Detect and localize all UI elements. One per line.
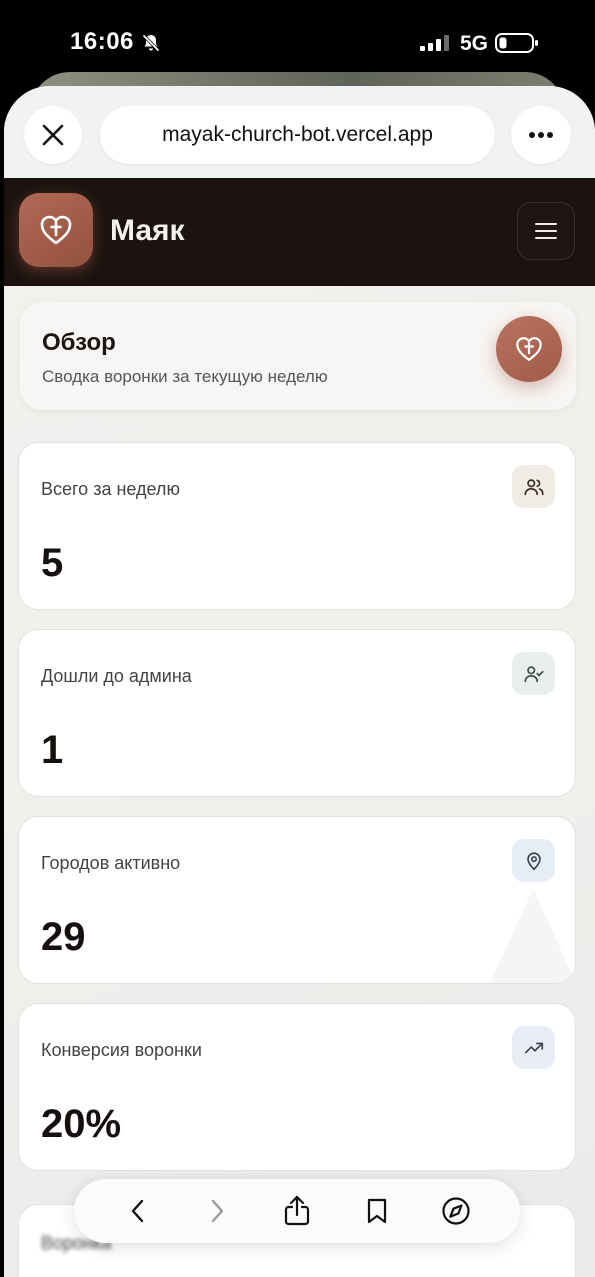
- url-bar[interactable]: mayak-church-bot.vercel.app: [100, 106, 495, 164]
- heart-action-button[interactable]: [496, 316, 562, 382]
- stat-card-active-cities: Городов активно 29: [18, 816, 576, 984]
- menu-button[interactable]: [517, 202, 575, 260]
- map-pin-icon: [526, 851, 541, 870]
- share-button[interactable]: [275, 1189, 319, 1233]
- compass-button[interactable]: [434, 1189, 478, 1233]
- overview-card: Обзор Сводка воронки за текущую неделю: [20, 302, 576, 410]
- stat-label: Всего за неделю: [41, 479, 180, 499]
- heart-cross-icon: [516, 337, 542, 361]
- trending-up-icon: [524, 1042, 543, 1053]
- hamburger-icon: [535, 223, 557, 239]
- network-label: 5G: [460, 32, 489, 55]
- back-button[interactable]: [116, 1189, 160, 1233]
- browser-sheet: mayak-church-bot.vercel.app Маяк Обзор С…: [4, 86, 595, 1277]
- status-bar: 16:06 5G: [0, 0, 595, 80]
- stat-value: 20%: [41, 1102, 122, 1146]
- stat-value: 5: [41, 541, 64, 585]
- app-header: Маяк: [4, 178, 595, 286]
- stat-card-total-week: Всего за неделю 5: [18, 442, 576, 610]
- bookmarks-button[interactable]: [355, 1189, 399, 1233]
- decorative-shape: [489, 889, 575, 983]
- browser-toolbar: mayak-church-bot.vercel.app: [4, 86, 595, 178]
- battery-icon: [495, 33, 538, 53]
- stat-card-reached-admin: Дошли до админа 1: [18, 629, 576, 797]
- stat-icon-badge: [512, 652, 555, 695]
- bell-muted-icon: [142, 34, 160, 52]
- signal-icon: [420, 35, 449, 51]
- stat-icon-badge: [512, 1026, 555, 1069]
- bookmark-icon: [367, 1198, 386, 1224]
- forward-button[interactable]: [195, 1189, 239, 1233]
- stat-label: Конверсия воронки: [41, 1040, 202, 1060]
- status-time: 16:06: [70, 28, 134, 55]
- heart-cross-icon: [40, 215, 72, 245]
- url-text: mayak-church-bot.vercel.app: [162, 123, 433, 146]
- dashboard-content: Обзор Сводка воронки за текущую неделю В…: [4, 286, 595, 1277]
- stat-icon-badge: [512, 465, 555, 508]
- page-title: Обзор: [42, 329, 116, 356]
- chevron-right-icon: [212, 1199, 224, 1223]
- stat-label: Городов активно: [41, 853, 181, 873]
- stat-label: Дошли до админа: [41, 666, 192, 686]
- app-title: Маяк: [110, 214, 185, 247]
- users-icon: [523, 478, 544, 495]
- stat-card-conversion: Конверсия воронки 20%: [18, 1003, 576, 1171]
- browser-bottom-toolbar: [74, 1179, 520, 1243]
- stat-value: 1: [41, 728, 64, 772]
- more-icon: [529, 132, 553, 138]
- share-icon: [284, 1195, 310, 1226]
- close-button[interactable]: [24, 106, 82, 164]
- page-subtitle: Сводка воронки за текущую неделю: [42, 367, 328, 386]
- more-button[interactable]: [511, 106, 571, 164]
- compass-icon: [442, 1197, 470, 1225]
- stat-value: 29: [41, 915, 86, 959]
- chevron-left-icon: [131, 1199, 143, 1223]
- close-icon: [42, 124, 64, 146]
- logo[interactable]: [19, 193, 93, 267]
- stat-icon-badge: [512, 839, 555, 882]
- user-check-icon: [523, 665, 544, 682]
